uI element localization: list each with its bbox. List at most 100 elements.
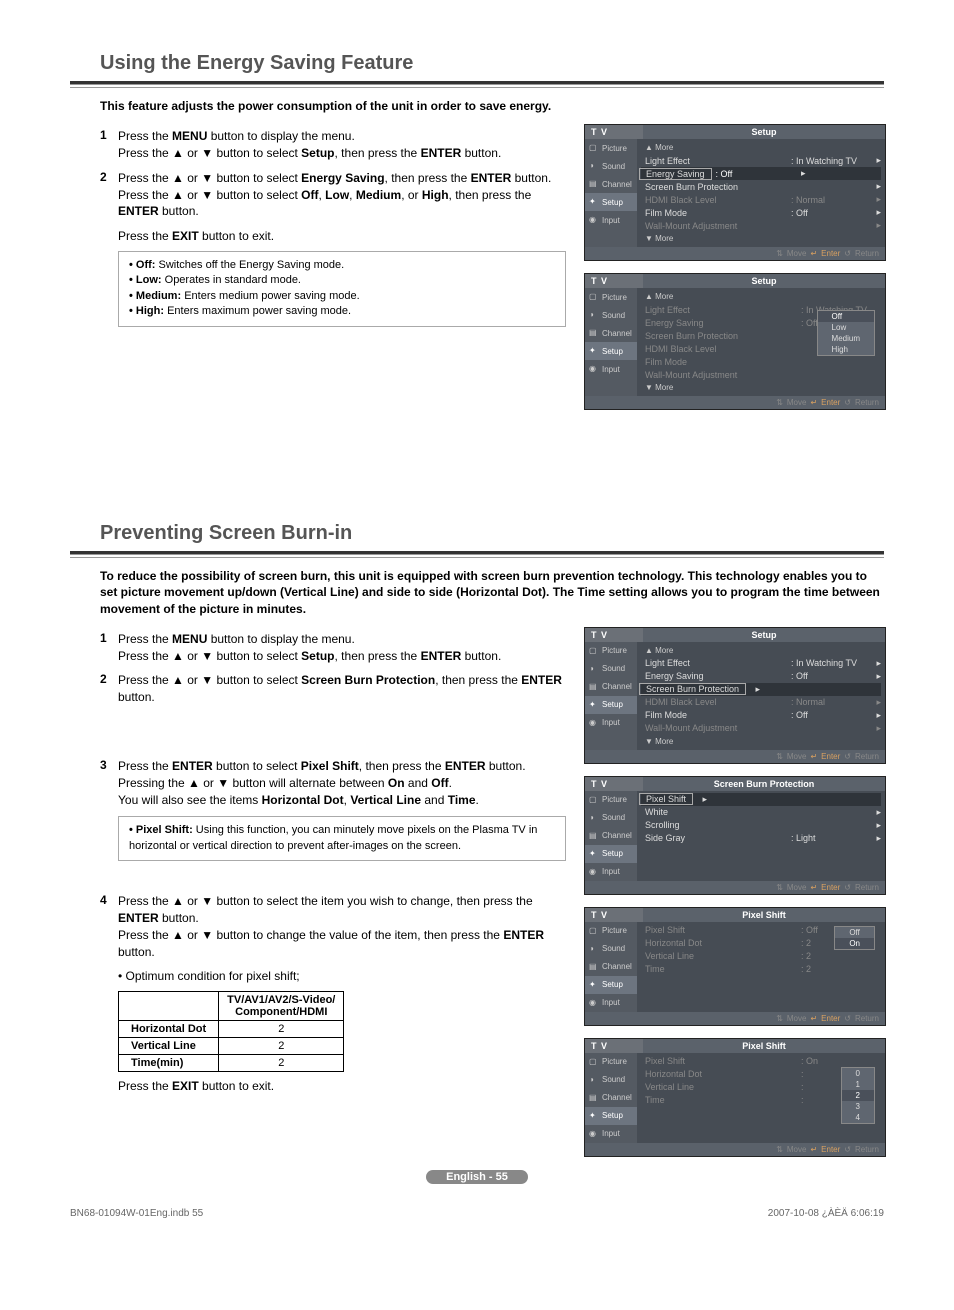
osd-row-selected[interactable]: Pixel Shift▸ — [641, 793, 881, 806]
t: ENTER — [118, 204, 159, 218]
osd-side-picture[interactable]: ▢Picture — [585, 642, 637, 660]
osd-side-picture[interactable]: ▢Picture — [585, 1053, 637, 1071]
popup-item[interactable]: 1 — [842, 1079, 874, 1090]
osd-side-sound[interactable]: ◑Sound — [585, 1071, 637, 1089]
move-icon: ⇅ — [776, 883, 783, 892]
osd-footer: ⇅Move ↵Enter ↺Return — [585, 750, 885, 763]
osd-side-input[interactable]: ◉Input — [585, 994, 637, 1012]
section1-intro: This feature adjusts the power consumpti… — [100, 98, 884, 114]
osd-popup: 0 1 2 3 4 — [841, 1067, 875, 1124]
osd-side-setup[interactable]: ✦Setup — [585, 845, 637, 863]
channel-icon: ▤ — [589, 1093, 599, 1103]
osd-more[interactable]: ▼ More — [641, 232, 881, 245]
osd-side-input[interactable]: ◉Input — [585, 211, 637, 229]
osd-side-input[interactable]: ◉Input — [585, 1125, 637, 1143]
osd-side-sound[interactable]: ◑Sound — [585, 809, 637, 827]
popup-item[interactable]: 4 — [842, 1112, 874, 1123]
t: Input — [602, 365, 620, 374]
t: button to select — [213, 759, 301, 773]
step-body: Press the MENU button to display the men… — [118, 631, 501, 665]
t: , then press the — [335, 649, 421, 663]
osd-side-sound[interactable]: ◑Sound — [585, 306, 637, 324]
osd-row[interactable]: Scrolling▸ — [641, 819, 881, 832]
popup-item[interactable]: 0 — [842, 1068, 874, 1079]
osd-row[interactable]: Side Gray: Light▸ — [641, 832, 881, 845]
page-number: English - 55 — [70, 1169, 884, 1184]
osd-more[interactable]: ▲ More — [641, 141, 881, 154]
popup-item[interactable]: On — [835, 938, 874, 949]
osd-side-input[interactable]: ◉Input — [585, 714, 637, 732]
t: Return — [855, 752, 879, 761]
exit-line: Press the EXIT button to exit. — [118, 228, 566, 245]
picture-icon: ▢ — [589, 795, 599, 805]
osd-row-selected[interactable]: Energy Saving: Off▸ — [641, 167, 881, 180]
osd-side-picture[interactable]: ▢Picture — [585, 139, 637, 157]
osd-side-channel[interactable]: ▤Channel — [585, 175, 637, 193]
osd-more[interactable]: ▲ More — [641, 644, 881, 657]
osd-row[interactable]: Light Effect: In Watching TV▸ — [641, 657, 881, 670]
setup-icon: ✦ — [589, 346, 599, 356]
osd-side-channel[interactable]: ▤Channel — [585, 1089, 637, 1107]
t: Horizontal Dot — [262, 793, 344, 807]
osd-sidebar: ▢Picture ◑Sound ▤Channel ✦Setup ◉Input — [585, 288, 637, 396]
osd-more[interactable]: ▲ More — [641, 290, 881, 303]
t: : Off — [791, 671, 871, 681]
t: Time — [448, 793, 476, 807]
osd-side-channel[interactable]: ▤Channel — [585, 678, 637, 696]
t: Screen Burn Protection — [639, 683, 746, 695]
popup-item[interactable]: Off — [818, 311, 874, 322]
osd-side-sound[interactable]: ◑Sound — [585, 660, 637, 678]
osd-row[interactable]: Energy Saving: Off▸ — [641, 670, 881, 683]
osd-setup-sbp: T VSetup ▢Picture ◑Sound ▤Channel ✦Setup… — [584, 627, 886, 764]
t: Horizontal Dot — [645, 938, 801, 948]
osd-sidebar: ▢Picture ◑Sound ▤Channel ✦Setup ◉Input — [585, 642, 637, 750]
osd-more[interactable]: ▼ More — [641, 735, 881, 748]
t: Move — [787, 398, 807, 407]
osd-side-channel[interactable]: ▤Channel — [585, 827, 637, 845]
page-pill: English - 55 — [426, 1170, 528, 1184]
popup-item[interactable]: 2 — [842, 1090, 874, 1101]
osd-row[interactable]: Light Effect: In Watching TV▸ — [641, 154, 881, 167]
osd-side-setup[interactable]: ✦Setup — [585, 342, 637, 360]
osd-side-input[interactable]: ◉Input — [585, 360, 637, 378]
osd-side-setup[interactable]: ✦Setup — [585, 696, 637, 714]
osd-side-input[interactable]: ◉Input — [585, 863, 637, 881]
osd-row: Time: 2 — [641, 963, 881, 976]
osd-row[interactable]: Film Mode: Off▸ — [641, 709, 881, 722]
t: : Normal — [791, 697, 871, 707]
osd-side-setup[interactable]: ✦Setup — [585, 976, 637, 994]
t: • Low: — [129, 274, 162, 286]
osd-side-setup[interactable]: ✦Setup — [585, 193, 637, 211]
t: Input — [602, 867, 620, 876]
popup-item[interactable]: 3 — [842, 1101, 874, 1112]
osd-more[interactable]: ▼ More — [641, 381, 881, 394]
osd-row[interactable]: White▸ — [641, 806, 881, 819]
t: Move — [787, 752, 807, 761]
popup-item[interactable]: Low — [818, 322, 874, 333]
osd-side-sound[interactable]: ◑Sound — [585, 157, 637, 175]
osd-row[interactable]: Screen Burn Protection▸ — [641, 180, 881, 193]
osd-row[interactable]: Film Mode: Off▸ — [641, 206, 881, 219]
popup-item[interactable]: Off — [835, 927, 874, 938]
t: Time — [645, 964, 801, 974]
step-num: 3 — [100, 758, 118, 808]
osd-side-picture[interactable]: ▢Picture — [585, 791, 637, 809]
sound-icon: ◑ — [589, 944, 599, 954]
move-icon: ⇅ — [776, 398, 783, 407]
sound-icon: ◑ — [589, 813, 599, 823]
osd-row-selected[interactable]: Screen Burn Protection▸ — [641, 683, 881, 696]
osd-row: Wall-Mount Adjustment — [641, 368, 881, 381]
osd-side-channel[interactable]: ▤Channel — [585, 958, 637, 976]
popup-item[interactable]: Medium — [818, 333, 874, 344]
osd-side-channel[interactable]: ▤Channel — [585, 324, 637, 342]
osd-side-setup[interactable]: ✦Setup — [585, 1107, 637, 1125]
t: Energy Saving — [645, 671, 791, 681]
osd-side-picture[interactable]: ▢Picture — [585, 288, 637, 306]
osd-row: Wall-Mount Adjustment▸ — [641, 219, 881, 232]
td: Vertical Line — [119, 1038, 219, 1055]
t: Return — [855, 1145, 879, 1154]
t: Input — [602, 1129, 620, 1138]
osd-side-picture[interactable]: ▢Picture — [585, 922, 637, 940]
osd-side-sound[interactable]: ◑Sound — [585, 940, 637, 958]
popup-item[interactable]: High — [818, 344, 874, 355]
